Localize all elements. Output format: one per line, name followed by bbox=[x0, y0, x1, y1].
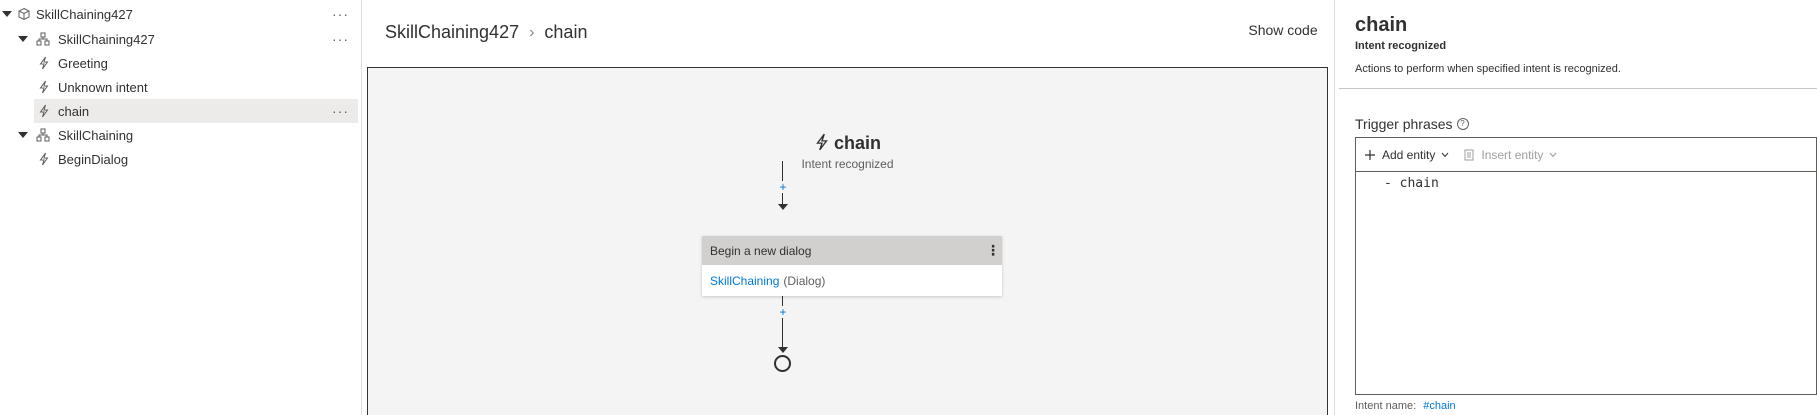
trigger-node[interactable]: chain bbox=[368, 133, 1327, 154]
dialog-hierarchy-icon bbox=[36, 32, 50, 46]
add-action-plus-icon[interactable]: + bbox=[777, 181, 789, 193]
caret-down-icon[interactable] bbox=[2, 11, 12, 17]
lightning-icon bbox=[39, 104, 49, 118]
tree-item-label: SkillChaining bbox=[58, 127, 134, 143]
insert-entity-button[interactable]: Insert entity bbox=[1463, 148, 1557, 162]
lightning-icon bbox=[39, 56, 49, 70]
editor-toolbar: Add entity Insert entity bbox=[1356, 138, 1816, 172]
cube-icon bbox=[18, 7, 30, 21]
dialog-kind: (Dialog) bbox=[783, 273, 826, 288]
tree-item-unknown-intent[interactable]: Unknown intent bbox=[0, 75, 361, 99]
tree-item-dialog-root[interactable]: SkillChaining427 ··· bbox=[0, 27, 361, 51]
lightning-icon bbox=[39, 152, 49, 166]
panel-description: Actions to perform when specified intent… bbox=[1355, 63, 1621, 75]
insert-entity-label: Insert entity bbox=[1481, 147, 1544, 162]
more-options-icon[interactable]: ··· bbox=[332, 6, 349, 22]
caret-down-icon[interactable] bbox=[18, 36, 28, 42]
intent-name-label: Intent name: bbox=[1355, 400, 1417, 412]
trigger-phrases-editor[interactable]: Add entity Insert entity - chain bbox=[1355, 137, 1817, 395]
info-icon[interactable]: ? bbox=[1456, 118, 1469, 130]
more-vertical-icon[interactable]: ⋮ bbox=[986, 242, 1000, 258]
trigger-subtitle: Intent recognized bbox=[801, 157, 894, 171]
panel-subtitle: Intent recognized bbox=[1355, 40, 1447, 52]
chevron-down-icon bbox=[1550, 152, 1557, 157]
add-entity-button[interactable]: Add entity bbox=[1364, 148, 1449, 162]
breadcrumb: SkillChaining427 › chain bbox=[385, 22, 587, 43]
project-tree: SkillChaining427 ··· SkillChaining427 ··… bbox=[0, 0, 362, 415]
dialog-hierarchy-icon bbox=[36, 128, 50, 142]
insert-entity-icon bbox=[1464, 149, 1474, 160]
dialog-editor: SkillChaining427 › chain Show code chain… bbox=[363, 0, 1333, 415]
lightning-icon bbox=[816, 133, 828, 151]
intent-name: Intent name: #chain bbox=[1355, 400, 1456, 412]
breadcrumb-item-dialog[interactable]: SkillChaining427 bbox=[385, 22, 519, 43]
panel-title: chain bbox=[1355, 14, 1408, 36]
chevron-down-icon bbox=[1441, 152, 1449, 157]
tree-item-label: Greeting bbox=[58, 55, 108, 71]
breadcrumb-item-trigger[interactable]: chain bbox=[544, 22, 587, 43]
arrow-down-icon bbox=[778, 204, 788, 210]
tree-item-label: Unknown intent bbox=[58, 79, 148, 95]
tree-item-skillchaining[interactable]: SkillChaining bbox=[0, 123, 361, 147]
phrase-code[interactable]: - chain bbox=[1384, 176, 1439, 191]
properties-panel: chain Intent recognized Actions to perfo… bbox=[1334, 0, 1817, 415]
tree-item-label: chain bbox=[58, 103, 90, 119]
show-code-button[interactable]: Show code bbox=[1233, 22, 1333, 38]
trigger-title: chain bbox=[833, 133, 881, 153]
flow-canvas[interactable]: chain Intent recognized + Begin a new di… bbox=[367, 67, 1328, 415]
trigger-phrases-text: Trigger phrases bbox=[1355, 116, 1453, 132]
tree-item-begindialog[interactable]: BeginDialog bbox=[0, 147, 361, 171]
more-options-icon[interactable]: ··· bbox=[332, 31, 349, 47]
caret-down-icon[interactable] bbox=[18, 132, 28, 138]
tree-item-label: SkillChaining427 bbox=[36, 6, 133, 22]
action-title: Begin a new dialog bbox=[710, 243, 812, 258]
chevron-right-icon: › bbox=[529, 23, 535, 41]
action-header: Begin a new dialog ⋮ bbox=[702, 236, 1002, 265]
trigger-phrases-label: Trigger phrases ? bbox=[1355, 116, 1469, 132]
intent-name-value[interactable]: #chain bbox=[1423, 400, 1455, 412]
add-action-plus-icon[interactable]: + bbox=[777, 306, 789, 318]
arrow-down-icon bbox=[778, 347, 788, 353]
tree-item-greeting[interactable]: Greeting bbox=[0, 51, 361, 75]
add-entity-label: Add entity bbox=[1382, 147, 1436, 162]
divider bbox=[1339, 88, 1817, 89]
action-body: SkillChaining (Dialog) bbox=[702, 265, 1002, 296]
tree-item-project[interactable]: SkillChaining427 ··· bbox=[0, 2, 361, 26]
tree-item-label: BeginDialog bbox=[58, 151, 129, 167]
connector-line bbox=[782, 317, 783, 347]
end-node-circle-icon bbox=[774, 355, 791, 372]
lightning-icon bbox=[39, 80, 49, 94]
dialog-link[interactable]: SkillChaining bbox=[710, 274, 779, 288]
action-begin-dialog[interactable]: Begin a new dialog ⋮ SkillChaining (Dial… bbox=[702, 236, 1002, 296]
tree-item-label: SkillChaining427 bbox=[58, 31, 155, 47]
tree-item-chain[interactable]: chain ··· bbox=[34, 99, 358, 123]
more-options-icon[interactable]: ··· bbox=[332, 103, 349, 119]
plus-icon bbox=[1365, 149, 1375, 160]
